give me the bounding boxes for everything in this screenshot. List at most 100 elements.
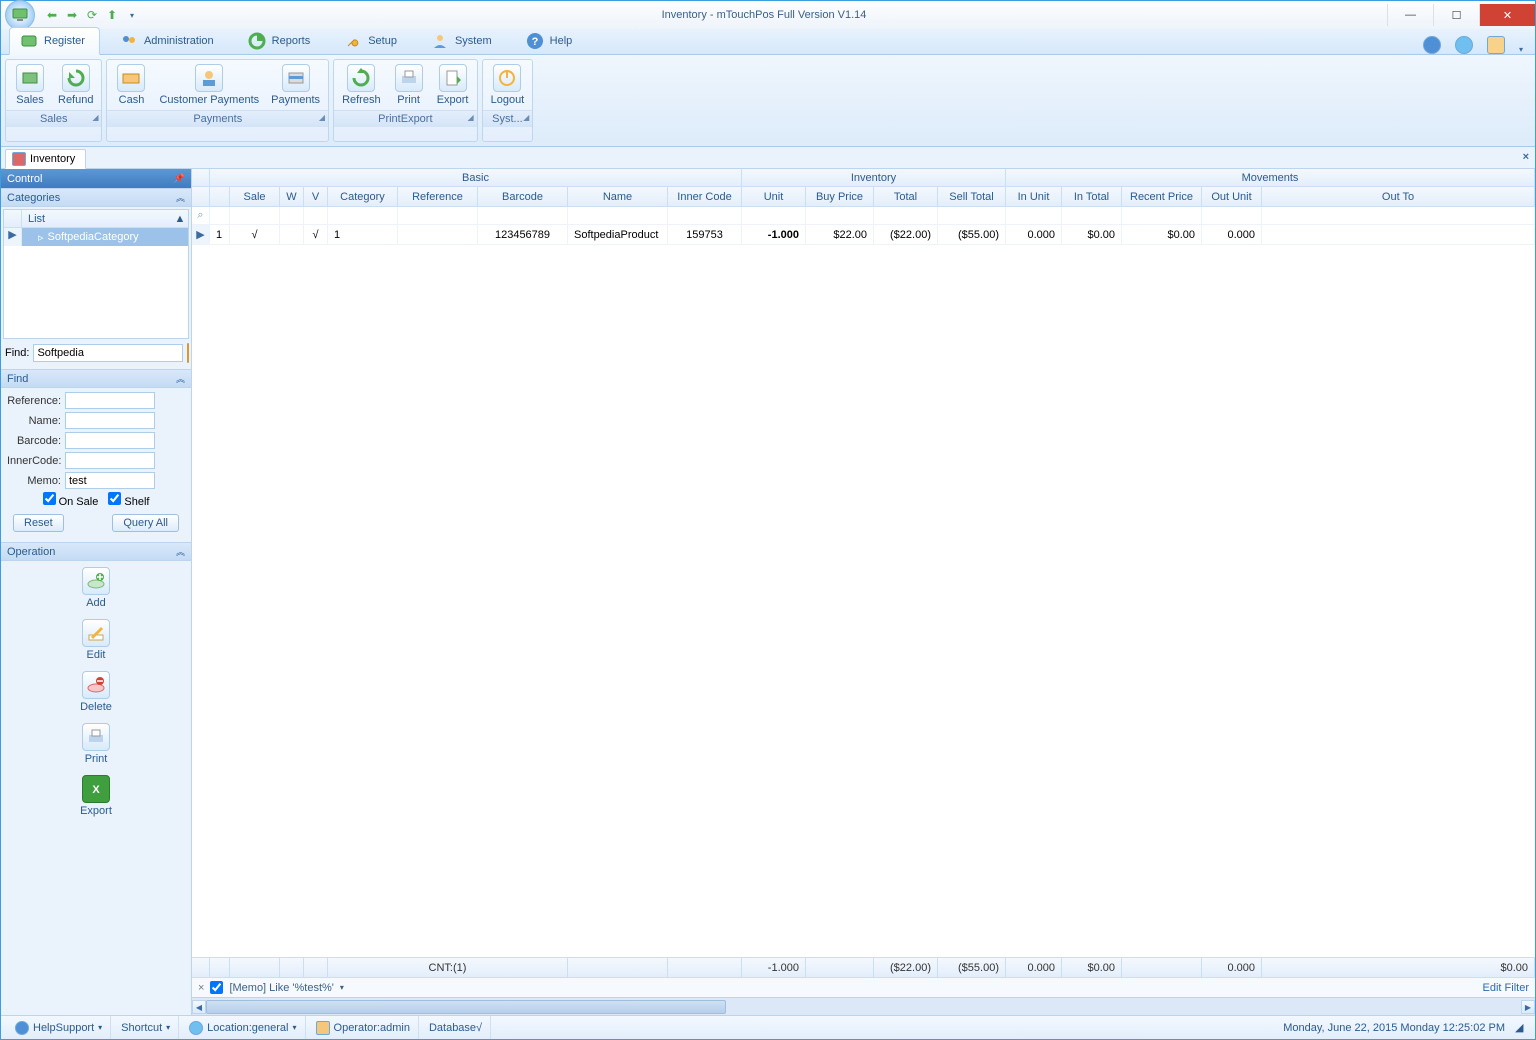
- tab-reports[interactable]: Reports: [238, 28, 325, 54]
- name-input[interactable]: [65, 412, 155, 429]
- panel-find-header[interactable]: Find ︽: [1, 369, 191, 388]
- edit-filter-link[interactable]: Edit Filter: [1483, 982, 1529, 994]
- sales-button[interactable]: Sales: [8, 62, 52, 108]
- col-total[interactable]: Total: [874, 187, 938, 206]
- status-shortcut[interactable]: Shortcut▾: [113, 1016, 179, 1039]
- col-category[interactable]: Category: [328, 187, 398, 206]
- export-op-button[interactable]: XExport: [80, 775, 112, 817]
- print-button[interactable]: Print: [387, 62, 431, 108]
- launcher-icon[interactable]: ◢: [92, 113, 98, 122]
- qat-refresh-icon[interactable]: ⟳: [83, 6, 101, 24]
- scroll-right-icon[interactable]: ▶: [1521, 1000, 1535, 1014]
- col-outtotal[interactable]: Out To: [1262, 187, 1535, 206]
- launcher-icon[interactable]: ◢: [523, 113, 529, 122]
- tab-system[interactable]: System: [421, 28, 506, 54]
- category-row[interactable]: ▶ ▹SoftpediaCategory: [4, 228, 188, 246]
- col-buyprice[interactable]: Buy Price: [806, 187, 874, 206]
- col-inunit[interactable]: In Unit: [1006, 187, 1062, 206]
- edit-button[interactable]: Edit: [82, 619, 110, 661]
- col-unit[interactable]: Unit: [742, 187, 806, 206]
- col-innercode[interactable]: Inner Code: [668, 187, 742, 206]
- col-selltotal[interactable]: Sell Total: [938, 187, 1006, 206]
- ribbon-style-icon[interactable]: [1487, 36, 1505, 54]
- collapse-icon[interactable]: ︽: [176, 545, 185, 558]
- minimize-button[interactable]: —: [1387, 4, 1433, 26]
- band-inventory[interactable]: Inventory: [742, 169, 1006, 186]
- col-name[interactable]: Name: [568, 187, 668, 206]
- horizontal-scrollbar[interactable]: ◀ ▶: [192, 997, 1535, 1015]
- reset-button[interactable]: Reset: [13, 514, 64, 532]
- tab-setup[interactable]: Setup: [334, 28, 411, 54]
- col-barcode[interactable]: Barcode: [478, 187, 568, 206]
- status-help[interactable]: HelpSupport▾: [7, 1016, 111, 1039]
- reference-input[interactable]: [65, 392, 155, 409]
- col-outunit[interactable]: Out Unit: [1202, 187, 1262, 206]
- export-button[interactable]: Export: [431, 62, 475, 108]
- tab-inventory[interactable]: Inventory: [5, 149, 86, 169]
- ribbon-globe-icon[interactable]: [1455, 36, 1473, 54]
- scroll-left-icon[interactable]: ◀: [192, 1000, 206, 1014]
- collapse-icon[interactable]: ︽: [176, 372, 185, 385]
- innercode-input[interactable]: [65, 452, 155, 469]
- query-all-button[interactable]: Query All: [112, 514, 179, 532]
- shelf-checkbox[interactable]: Shelf: [108, 492, 149, 508]
- col-v[interactable]: V: [304, 187, 328, 206]
- payments-button[interactable]: Payments: [265, 62, 326, 108]
- qat-forward-icon[interactable]: ➡: [63, 6, 81, 24]
- status-location[interactable]: Location:general▾: [181, 1016, 305, 1039]
- panel-categories-header[interactable]: Categories ︽: [1, 188, 191, 207]
- category-tree-header[interactable]: List▲: [4, 210, 188, 228]
- band-basic[interactable]: Basic: [210, 169, 742, 186]
- refresh-button[interactable]: Refresh: [336, 62, 387, 108]
- tab-register[interactable]: Register: [9, 27, 100, 55]
- scroll-thumb[interactable]: [206, 1000, 726, 1014]
- find-input[interactable]: [33, 344, 183, 362]
- maximize-button[interactable]: ☐: [1433, 4, 1479, 26]
- category-node[interactable]: ▹SoftpediaCategory: [22, 228, 188, 246]
- launcher-icon[interactable]: ◢: [467, 113, 473, 122]
- close-tab-button[interactable]: ×: [1523, 151, 1529, 163]
- find-go-button[interactable]: [187, 343, 189, 363]
- barcode-input[interactable]: [65, 432, 155, 449]
- qat-back-icon[interactable]: ⬅: [43, 6, 61, 24]
- ribbon-style-chevron-icon[interactable]: ▾: [1519, 45, 1523, 54]
- ribbon-help-icon[interactable]: [1423, 36, 1441, 54]
- customer-payments-button[interactable]: Customer Payments: [153, 62, 265, 108]
- pin-icon[interactable]: 📌: [174, 173, 185, 184]
- close-button[interactable]: ✕: [1479, 4, 1535, 26]
- collapse-icon[interactable]: ︽: [176, 191, 185, 204]
- category-tree[interactable]: List▲ ▶ ▹SoftpediaCategory: [3, 209, 189, 339]
- qat-dropdown-icon[interactable]: ▾: [123, 6, 141, 24]
- filter-enable-checkbox[interactable]: [210, 981, 223, 994]
- print-op-button[interactable]: Print: [82, 723, 110, 765]
- qat-up-icon[interactable]: ⬆: [103, 6, 121, 24]
- onsale-checkbox[interactable]: On Sale: [43, 492, 99, 508]
- add-button[interactable]: Add: [82, 567, 110, 609]
- cash-button[interactable]: Cash: [109, 62, 153, 108]
- tab-help[interactable]: ? Help: [516, 28, 587, 54]
- band-movements[interactable]: Movements: [1006, 169, 1535, 186]
- app-orb-button[interactable]: [5, 0, 35, 30]
- sort-asc-icon[interactable]: ▲: [172, 213, 188, 225]
- refund-button[interactable]: Refund: [52, 62, 99, 108]
- logout-button[interactable]: Logout: [485, 62, 531, 108]
- delete-button[interactable]: Delete: [80, 671, 112, 713]
- panel-operation-header[interactable]: Operation ︽: [1, 542, 191, 561]
- table-row[interactable]: ▶ 1 √ √ 1 123456789 SoftpediaProduct 159…: [192, 225, 1535, 245]
- col-reference[interactable]: Reference: [398, 187, 478, 206]
- col-w[interactable]: W: [280, 187, 304, 206]
- ribbon-group-printexport-label: PrintExport: [378, 113, 432, 125]
- tab-administration[interactable]: Administration: [110, 28, 228, 54]
- col-intotal[interactable]: In Total: [1062, 187, 1122, 206]
- resize-grip-icon[interactable]: ◢: [1515, 1021, 1529, 1035]
- filter-dropdown-icon[interactable]: ▾: [340, 983, 344, 992]
- panel-control-header[interactable]: Control 📌: [1, 169, 191, 188]
- users-icon: [120, 32, 138, 50]
- filter-close-button[interactable]: ×: [198, 982, 204, 994]
- launcher-icon[interactable]: ◢: [319, 113, 325, 122]
- grid-autofilter-row[interactable]: ⌕: [192, 207, 1535, 225]
- col-sale[interactable]: Sale: [230, 187, 280, 206]
- memo-input[interactable]: [65, 472, 155, 489]
- status-operator[interactable]: Operator:admin: [308, 1016, 419, 1039]
- col-recentprice[interactable]: Recent Price: [1122, 187, 1202, 206]
